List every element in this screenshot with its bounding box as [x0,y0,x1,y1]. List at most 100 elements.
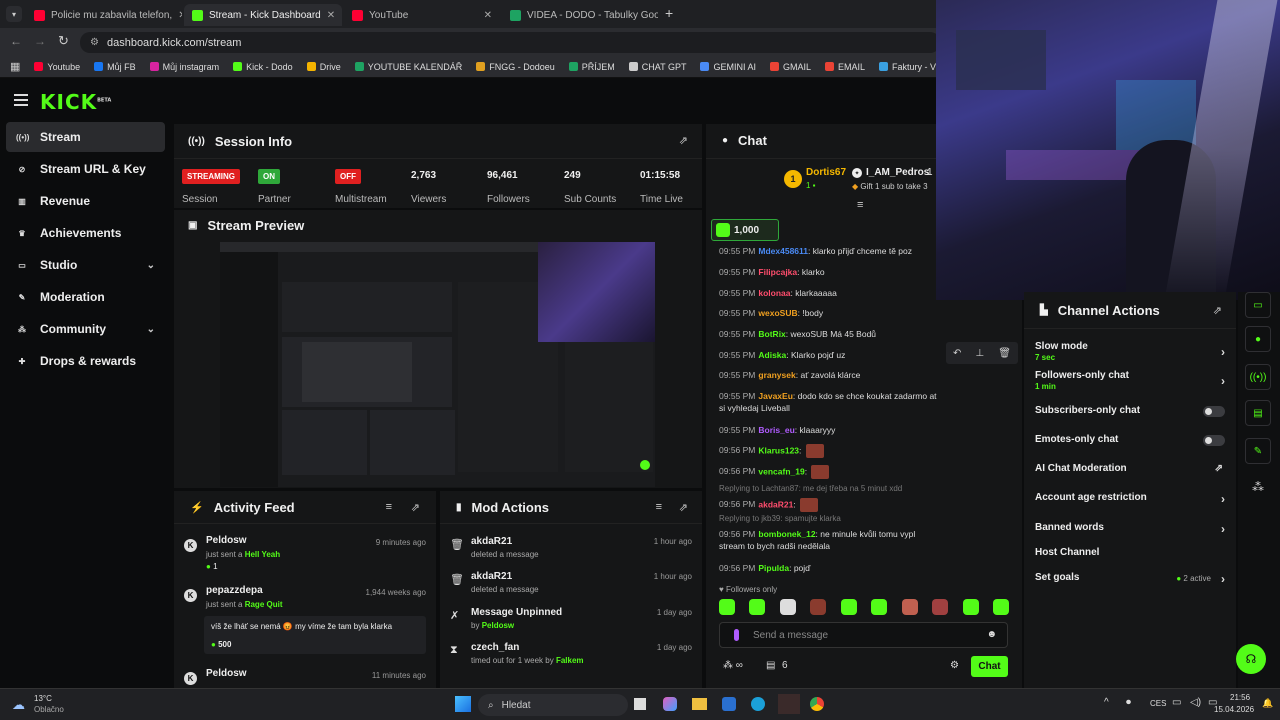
rail-chat-icon[interactable]: ● [1245,326,1271,352]
mod-action-name[interactable]: czech_fan [471,642,519,653]
chat-username[interactable]: Klarus123 [758,445,799,455]
popout-icon[interactable]: ⇗ [1213,304,1222,317]
chat-message[interactable]: 09:56 PM vencafn_19: [719,465,939,479]
popout-icon[interactable]: ⇗ [411,501,420,514]
sidebar-item-studio[interactable]: ▭ Studio ⌄ [6,250,165,280]
reload-icon[interactable]: ↻ [58,33,69,49]
channel-action-followers-only-chat[interactable]: Followers-only chat 1 min › [1035,370,1225,391]
chat-message[interactable]: 09:55 PM Boris_eu: klaaaryyy [719,424,939,436]
channel-action-emotes-only-chat[interactable]: Emotes-only chat [1035,434,1225,450]
chat-input[interactable]: Send a message ☻ [719,622,1008,648]
chatters-icon[interactable]: ⁂ ∞ [723,660,743,671]
close-icon[interactable]: ✕ [178,10,182,21]
feed-username[interactable]: pepazzdepa [206,585,263,596]
channel-action-account-age-restriction[interactable]: Account age restriction › [1035,492,1225,508]
browser-tab[interactable]: YouTube ✕ [344,4,500,26]
sidebar-item-drops-rewards[interactable]: ✚ Drops & rewards [6,346,165,376]
kick-logo[interactable]: KICKBETA [40,90,111,114]
bookmark-item[interactable]: FNGG - Dodoeu [476,62,555,72]
bookmark-item[interactable]: EMAIL [825,62,865,72]
chat-username[interactable]: BotRix [758,329,785,339]
bookmark-item[interactable]: YOUTUBE KALENDÁŘ [354,62,462,72]
sidebar-item-stream-url-key[interactable]: ⊘ Stream URL & Key [6,154,165,184]
apps-icon[interactable]: ▦ [10,60,20,73]
sidebar-item-revenue[interactable]: ▥ Revenue [6,186,165,216]
chat-message[interactable]: 09:56 PM bombonek_12: ne minule kvůli tom… [719,528,939,552]
emote-icon[interactable] [871,599,888,615]
support-headset-icon[interactable]: ☊ [1236,644,1266,674]
collapse-icon[interactable]: ≡ [857,199,863,211]
bookmark-item[interactable]: Kick - Dodo [233,62,293,72]
emote-icon[interactable] [901,599,918,615]
bookmark-item[interactable]: CHAT GPT [628,62,686,72]
network-icon[interactable]: ▭ [1172,697,1181,708]
forward-icon[interactable]: → [34,34,46,48]
chat-message[interactable]: 09:56 PM Pipulda: pojď [719,562,939,574]
channel-action-host-channel[interactable]: Host Channel [1035,547,1225,563]
new-tab-icon[interactable]: + [665,5,673,21]
bookmark-item[interactable]: Youtube [34,62,80,72]
feed-username[interactable]: Peldosw [206,535,247,546]
mod-action-by[interactable]: Peldosw [482,621,514,630]
toggle-switch[interactable] [1203,406,1225,417]
chat-message[interactable]: 09:55 PM Filipcajka: klarko [719,266,939,278]
emoji-icon[interactable]: ☻ [986,629,997,640]
sidebar-item-stream[interactable]: ((•)) Stream [6,122,165,152]
chat-username[interactable]: Adiska [758,350,786,360]
tab-list-icon[interactable]: ▾ [6,6,22,22]
sidebar-item-moderation[interactable]: ✎ Moderation [6,282,165,312]
mod-action-name[interactable]: akdaR21 [471,571,512,582]
chat-message[interactable]: 09:55 PM kolonaa: klarkaaaaa [719,287,939,299]
goal-progress[interactable]: 1,000 [711,219,779,241]
chat-username[interactable]: vencafn_19 [758,466,804,476]
chat-message[interactable]: 09:55 PM JavaxEu: dodo kdo se chce koukat… [719,390,939,414]
chat-username[interactable]: akdaR21 [758,499,793,509]
bookmark-item[interactable]: Můj FB [94,62,136,72]
rail-mod-icon[interactable]: ▤ [1245,400,1271,426]
volume-icon[interactable]: ◁) [1190,697,1201,708]
browser-tab-active[interactable]: Stream - Kick Dashboard ✕ [184,4,342,26]
menu-icon[interactable] [14,94,28,106]
emote-icon[interactable] [840,599,857,615]
task-view-icon[interactable] [634,698,646,710]
copilot-icon[interactable] [663,697,677,711]
store-icon[interactable] [722,697,736,711]
chat-username[interactable]: Mdex458611 [758,246,808,256]
bookmark-item[interactable]: GMAIL [769,62,811,72]
sidebar-item-achievements[interactable]: ♛ Achievements [6,218,165,248]
filter-icon[interactable]: ≡ [386,501,392,513]
pin-icon[interactable]: ⊥ [975,348,984,359]
reply-icon[interactable]: ↶ [953,348,961,359]
bookmark-item[interactable]: Drive [306,62,341,72]
emote-icon[interactable] [962,599,979,615]
emote-icon[interactable] [719,599,735,615]
notification-icon[interactable]: 🔔 [1262,698,1273,709]
bookmark-item[interactable]: GEMINI AI [700,62,756,72]
close-icon[interactable]: ✕ [327,10,335,21]
chat-username[interactable]: Boris_eu [758,425,794,435]
mod-action-name[interactable]: Message Unpinned [471,607,562,618]
chat-username[interactable]: bombonek_12 [758,529,815,539]
chat-message[interactable]: 09:55 PM Adiska: Klarko pojď uz [719,349,939,361]
popout-icon[interactable]: ⇗ [679,501,688,514]
feed-username[interactable]: Peldosw [206,668,247,679]
emote-icon[interactable] [810,599,827,615]
chat-send-button[interactable]: Chat [971,656,1008,677]
mod-action-name[interactable]: akdaR21 [471,536,512,547]
sidebar-item-community[interactable]: ⁂ Community ⌄ [6,314,165,344]
bookmark-item[interactable]: PŘÍJEM [568,62,615,72]
chest-icon[interactable]: ▤ [766,660,775,671]
browser-tab[interactable]: VIDEA - DODO - Tabulky Googl✕ [502,4,658,26]
channel-action-banned-words[interactable]: Banned words › [1035,522,1225,538]
second-gifter-name[interactable]: I_AM_Pedros [866,167,929,178]
delete-icon[interactable]: 🗑 [998,348,1011,359]
file-explorer-icon[interactable] [692,698,707,710]
chat-message[interactable]: 09:56 PM Klarus123: [719,444,939,458]
chat-message[interactable]: 09:55 PM BotRix: wexoSUB Má 45 Bodů [719,328,939,340]
emote-icon[interactable] [749,599,766,615]
back-icon[interactable]: ← [10,34,22,48]
clock-date[interactable]: 15.04.2026 [1214,705,1254,714]
stream-preview-video[interactable] [220,242,655,487]
top-gifter-name[interactable]: Dortis67 [806,167,846,178]
rail-stream-icon[interactable]: ▭ [1245,292,1271,318]
